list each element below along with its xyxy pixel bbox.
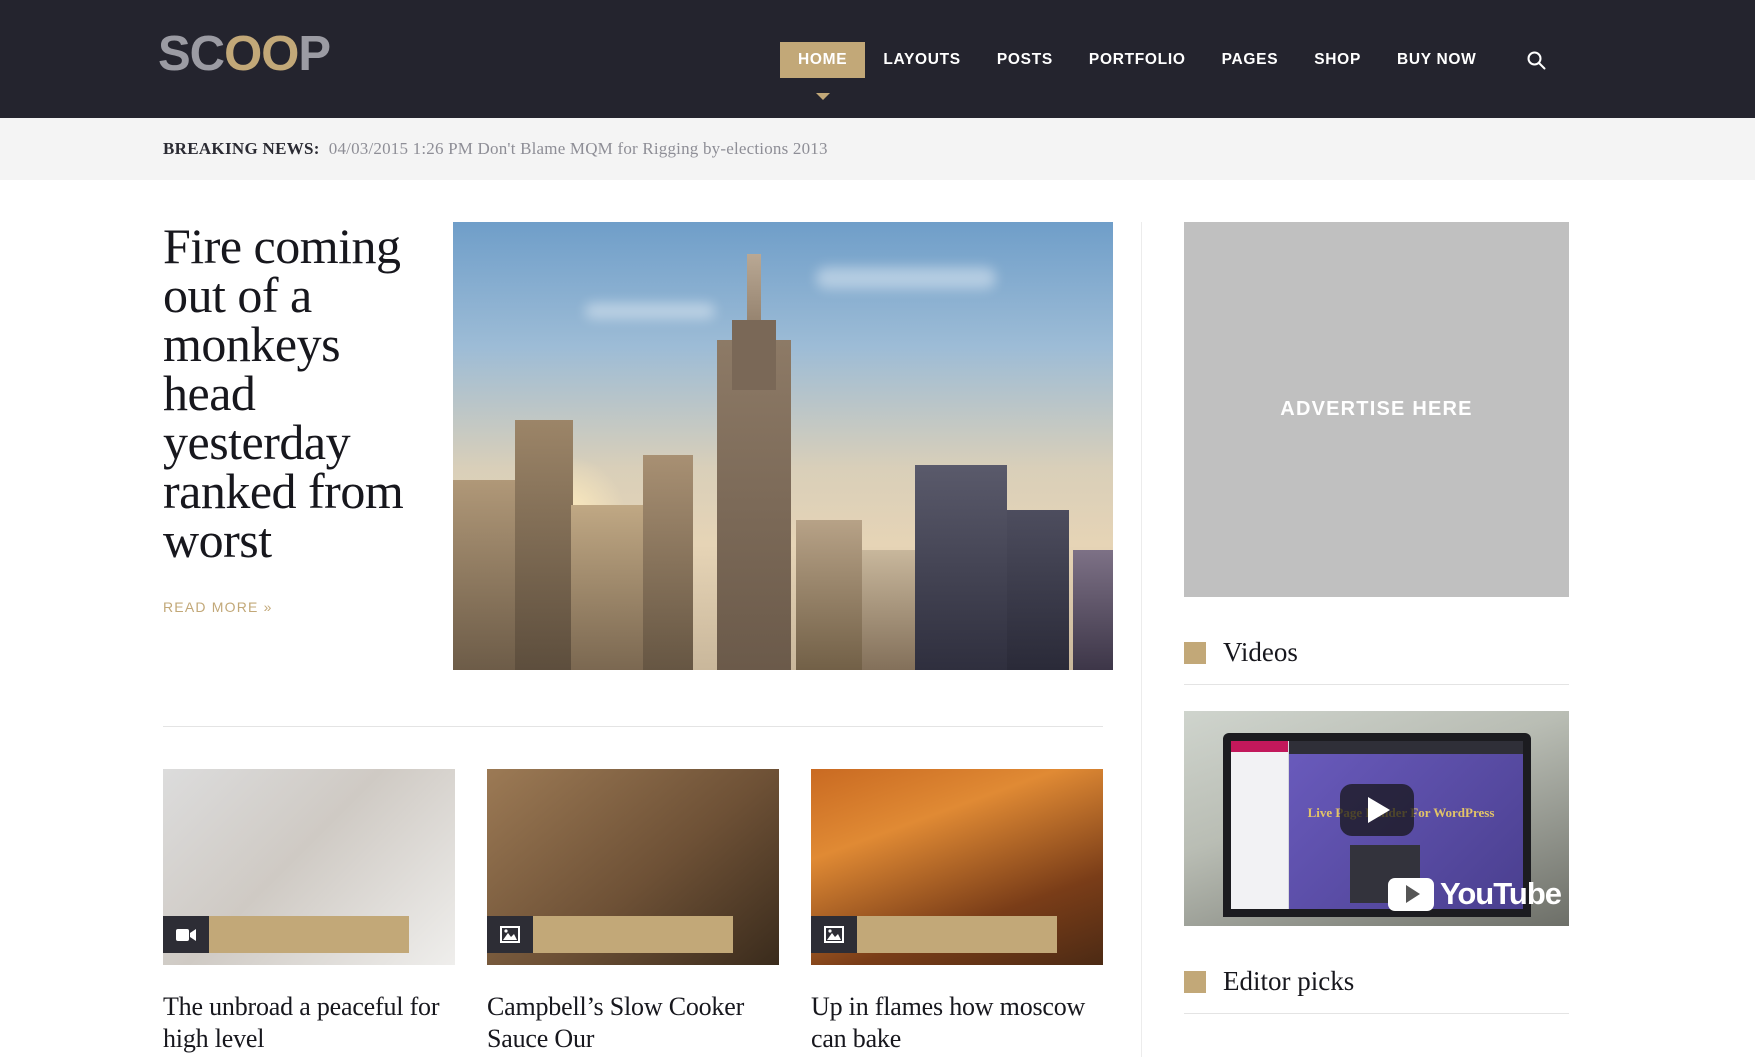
logo-text-2: OO	[224, 27, 298, 81]
widget-header-videos: Videos	[1184, 637, 1569, 685]
nav-label: POSTS	[997, 51, 1053, 68]
advertise-here-label: ADVERTISE HERE	[1280, 398, 1472, 421]
chevron-down-icon	[816, 93, 830, 100]
cloud-shape	[816, 267, 996, 289]
cloud-shape	[585, 303, 715, 319]
nav-item-pages[interactable]: PAGES	[1204, 42, 1297, 78]
article-card[interactable]: The unbroad a peaceful for high level	[163, 769, 455, 1055]
play-triangle	[1368, 797, 1390, 823]
badge-fill-bar	[857, 916, 1057, 953]
youtube-wordmark: YouTube	[1440, 876, 1561, 912]
section-divider	[163, 726, 1103, 727]
search-icon[interactable]	[1521, 45, 1551, 75]
card-badge	[811, 916, 1057, 953]
building-shape	[515, 420, 573, 670]
site-logo[interactable]: SCOOP	[158, 30, 330, 79]
empire-state-building	[717, 340, 791, 670]
card-badge	[163, 916, 409, 953]
nav-label: SHOP	[1314, 51, 1361, 68]
nav-item-portfolio[interactable]: PORTFOLIO	[1071, 42, 1204, 78]
video-thumbnail[interactable]: Live Page Builder For WordPress YouTube	[1184, 711, 1569, 926]
badge-fill-bar	[533, 916, 733, 953]
hero-image[interactable]	[453, 222, 1113, 670]
square-bullet-icon	[1184, 971, 1206, 993]
column-divider	[1141, 222, 1142, 1057]
nav-label: PORTFOLIO	[1089, 51, 1186, 68]
card-badge	[487, 916, 733, 953]
badge-fill-bar	[209, 916, 409, 953]
building-shape	[1007, 510, 1069, 670]
article-card-row: The unbroad a peaceful for high level	[163, 769, 1103, 1055]
square-bullet-icon	[1184, 642, 1206, 664]
building-shape	[862, 550, 920, 670]
card-title[interactable]: Campbell’s Slow Cooker Sauce Our	[487, 991, 779, 1055]
hero-text-column: Fire coming out of a monkeys head yester…	[163, 222, 453, 670]
nav-label: PAGES	[1222, 51, 1279, 68]
nav-item-posts[interactable]: POSTS	[979, 42, 1071, 78]
building-shape	[571, 505, 645, 670]
breaking-news-text[interactable]: 04/03/2015 1:26 PM Don't Blame MQM for R…	[329, 139, 828, 159]
card-thumbnail[interactable]	[487, 769, 779, 965]
logo-text-3: P	[298, 27, 330, 81]
nav-label: BUY NOW	[1397, 51, 1477, 68]
building-shape	[1073, 550, 1113, 670]
card-thumbnail[interactable]	[811, 769, 1103, 965]
card-title[interactable]: The unbroad a peaceful for high level	[163, 991, 455, 1055]
sidebar: ADVERTISE HERE Videos Live Page Builder …	[1184, 180, 1569, 1057]
advertise-here-banner[interactable]: ADVERTISE HERE	[1184, 222, 1569, 597]
nav-item-buy-now[interactable]: BUY NOW	[1379, 42, 1495, 78]
page-body: Fire coming out of a monkeys head yester…	[0, 180, 1755, 1057]
read-more-link[interactable]: READ MORE »	[163, 599, 273, 615]
card-thumbnail[interactable]	[163, 769, 455, 965]
card-title[interactable]: Up in flames how moscow can bake	[811, 991, 1103, 1055]
play-icon[interactable]	[1340, 784, 1414, 836]
youtube-play-icon	[1388, 878, 1434, 911]
editor-sidebar-header	[1231, 741, 1288, 752]
nav-label: HOME	[798, 51, 847, 68]
building-shape	[643, 455, 693, 670]
play-triangle	[1406, 885, 1420, 903]
building-shape	[453, 480, 523, 670]
nav-label: LAYOUTS	[883, 51, 961, 68]
widget-header-editor-picks: Editor picks	[1184, 966, 1569, 1014]
article-card[interactable]: Campbell’s Slow Cooker Sauce Our	[487, 769, 779, 1055]
breaking-news-bar: BREAKING NEWS: 04/03/2015 1:26 PM Don't …	[0, 118, 1755, 180]
image-icon	[487, 916, 533, 953]
nav-item-shop[interactable]: SHOP	[1296, 42, 1379, 78]
breaking-news-label: BREAKING NEWS:	[163, 139, 320, 159]
image-icon	[811, 916, 857, 953]
widget-title: Videos	[1223, 637, 1298, 668]
article-card[interactable]: Up in flames how moscow can bake	[811, 769, 1103, 1055]
building-shape	[915, 465, 1007, 670]
nav-item-layouts[interactable]: LAYOUTS	[865, 42, 979, 78]
video-camera-icon	[163, 916, 209, 953]
page-title[interactable]: Fire coming out of a monkeys head yester…	[163, 222, 425, 565]
editor-topbar	[1289, 741, 1523, 754]
logo-text-1: SC	[158, 27, 224, 81]
site-header: SCOOP HOME LAYOUTS POSTS PORTFOLIO PAGES…	[0, 0, 1755, 118]
widget-title: Editor picks	[1223, 966, 1354, 997]
hero-article: Fire coming out of a monkeys head yester…	[163, 222, 1103, 670]
main-navigation: HOME LAYOUTS POSTS PORTFOLIO PAGES SHOP …	[780, 42, 1551, 78]
nav-item-home[interactable]: HOME	[780, 42, 865, 78]
editor-sidebar-shape	[1231, 741, 1289, 910]
youtube-logo: YouTube	[1388, 876, 1561, 912]
main-content: Fire coming out of a monkeys head yester…	[163, 180, 1103, 1057]
building-shape	[796, 520, 862, 670]
